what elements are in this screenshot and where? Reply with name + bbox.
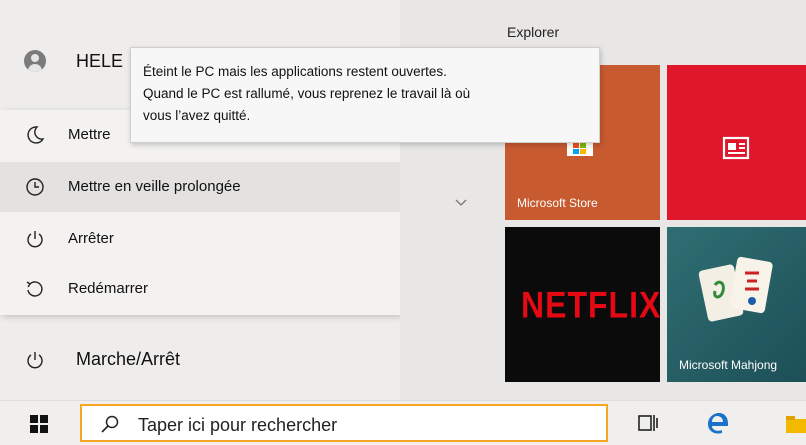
- netflix-logo-text: NETFLIX: [521, 284, 660, 326]
- menu-item-shutdown[interactable]: Arrêter: [0, 214, 400, 264]
- power-icon: [27, 352, 43, 369]
- power-button[interactable]: Marche/Arrêt: [0, 335, 400, 385]
- tile-news[interactable]: [667, 65, 806, 220]
- menu-item-label: Redémarrer: [68, 280, 149, 297]
- edge-browser-icon[interactable]: [706, 411, 730, 435]
- tooltip-line: vous l’avez quitté.: [143, 108, 251, 123]
- tile-netflix[interactable]: NETFLIX: [505, 227, 660, 382]
- search-box[interactable]: Taper ici pour rechercher: [80, 404, 608, 442]
- chevron-down-icon[interactable]: [454, 198, 468, 208]
- avatar: [24, 50, 46, 72]
- power-button-label: Marche/Arrêt: [76, 349, 181, 369]
- file-explorer-icon[interactable]: [784, 411, 806, 435]
- user-name: HELE: [76, 51, 124, 71]
- task-view-icon[interactable]: [636, 411, 660, 435]
- taskbar: Taper ici pour rechercher: [0, 400, 806, 445]
- restart-icon: [26, 281, 43, 297]
- moon-icon: [27, 126, 45, 144]
- tooltip: Éteint le PC mais les applications reste…: [130, 47, 600, 143]
- menu-item-restart[interactable]: Redémarrer: [0, 264, 400, 314]
- tile-label: Microsoft Store: [517, 196, 598, 210]
- menu-item-label: Mettre: [68, 126, 111, 143]
- power-icon: [27, 231, 43, 248]
- tile-group-title: Explorer: [507, 24, 560, 40]
- tooltip-line: Éteint le PC mais les applications reste…: [143, 64, 447, 79]
- mahjong-icon: [698, 256, 773, 322]
- search-placeholder: Taper ici pour rechercher: [138, 415, 338, 435]
- news-icon: [722, 136, 750, 160]
- tile-label: Microsoft Mahjong: [679, 358, 778, 372]
- tooltip-line: Quand le PC est rallumé, vous reprenez l…: [143, 86, 471, 101]
- tile-microsoft-mahjong[interactable]: Microsoft Mahjong: [667, 227, 806, 382]
- clock-icon: [26, 178, 44, 196]
- menu-item-label: Mettre en veille prolongée: [68, 178, 241, 195]
- windows-start-icon[interactable]: [30, 415, 48, 433]
- search-icon: [101, 415, 119, 433]
- menu-item-label: Arrêter: [68, 230, 114, 247]
- menu-item-hibernate[interactable]: Mettre en veille prolongée: [0, 162, 400, 212]
